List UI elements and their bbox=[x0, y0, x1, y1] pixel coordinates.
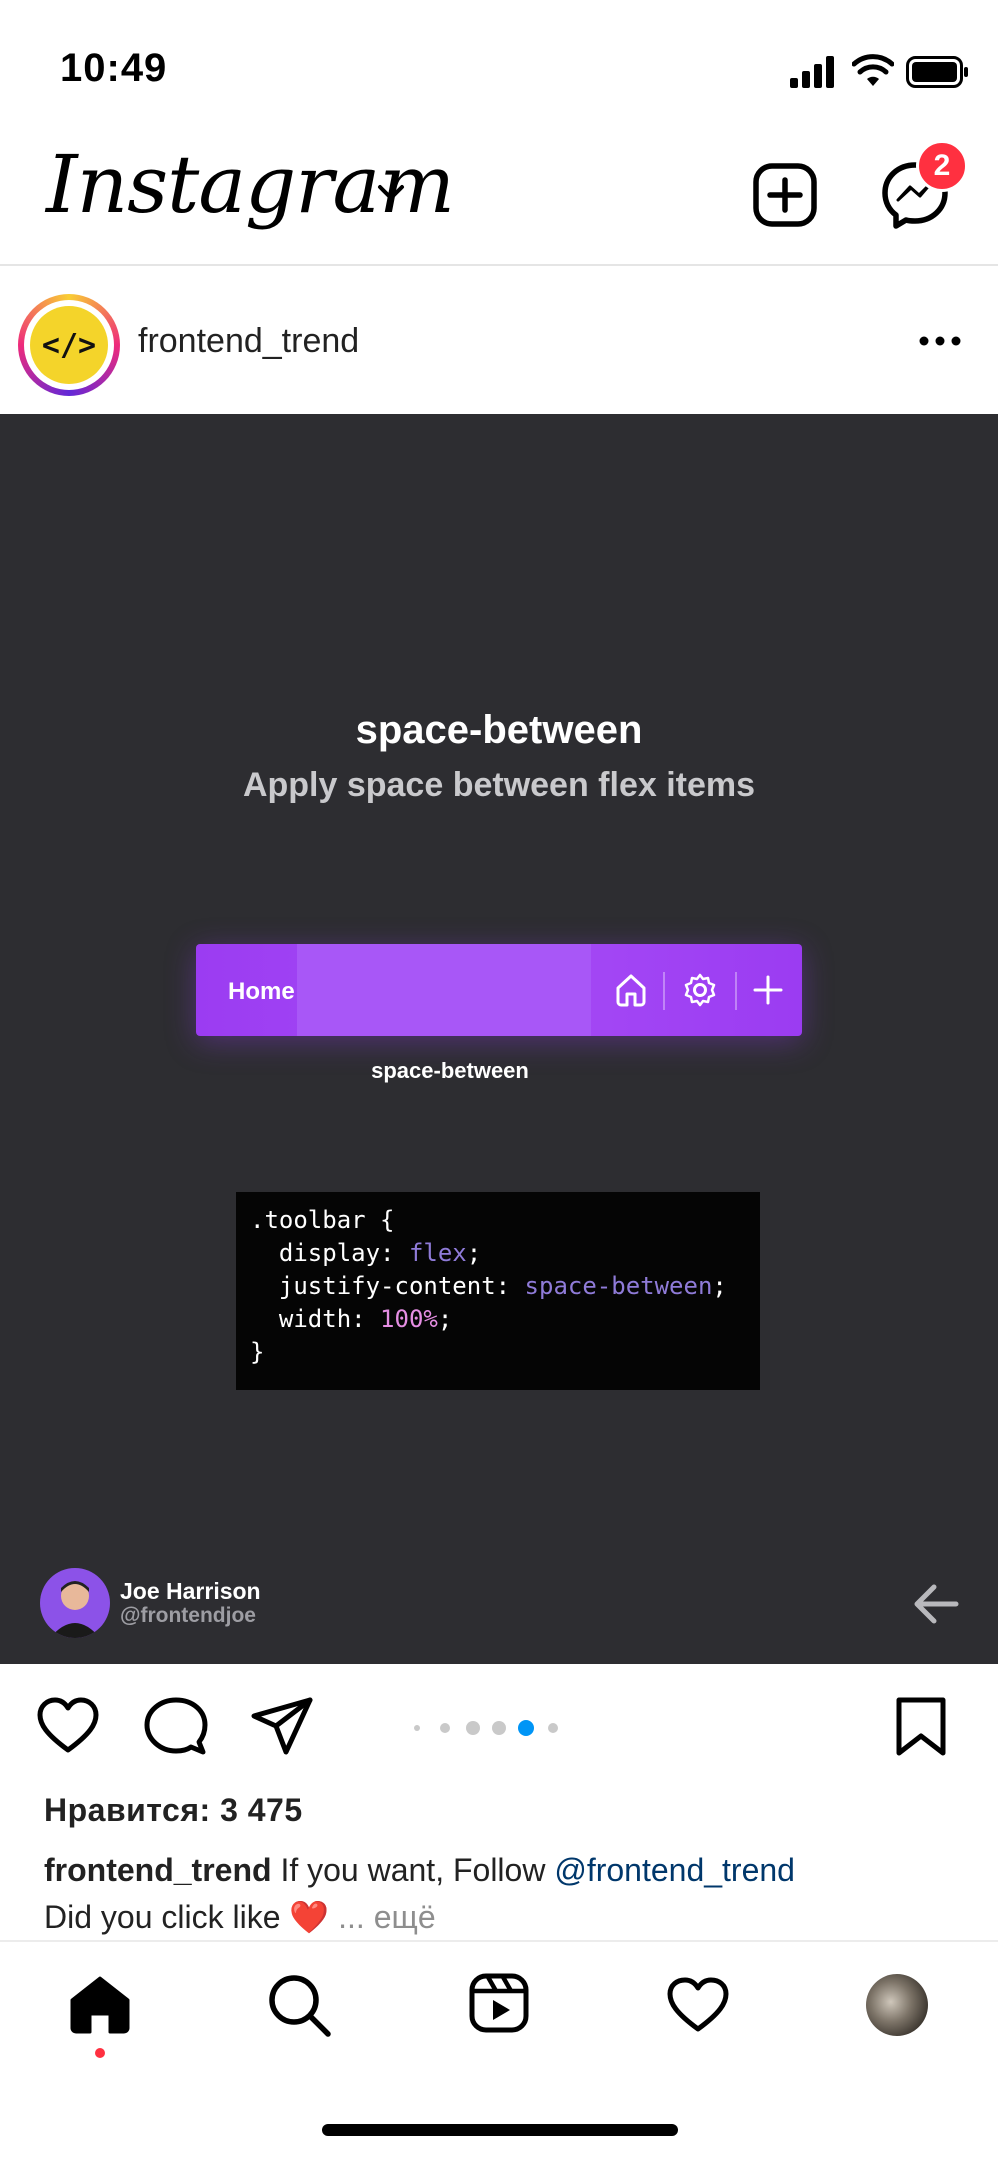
plus-icon bbox=[753, 975, 783, 1005]
code-prop: display: bbox=[250, 1239, 409, 1267]
search-icon[interactable] bbox=[266, 1972, 332, 2038]
tabbar-divider bbox=[0, 1940, 998, 1942]
likes-count[interactable]: Нравится: 3 475 bbox=[44, 1792, 303, 1829]
slide-title: space-between bbox=[355, 708, 643, 752]
toolbar-caption: space-between bbox=[371, 1058, 529, 1083]
caption: frontend_trend If you want, Follow @fron… bbox=[44, 1852, 795, 1889]
slide-subtitle: Apply space between flex items bbox=[242, 766, 756, 804]
carousel-dot bbox=[466, 1721, 480, 1735]
code-prop: justify-content: bbox=[250, 1272, 525, 1300]
profile-tab-avatar[interactable] bbox=[866, 1974, 928, 2036]
code-value: space-between bbox=[524, 1272, 713, 1300]
messages-badge: 2 bbox=[916, 140, 968, 192]
author-name: Joe Harrison bbox=[120, 1578, 261, 1604]
toolbar-middle-space bbox=[297, 944, 591, 1036]
post-username[interactable]: frontend_trend bbox=[138, 322, 359, 361]
active-tab-dot bbox=[95, 2048, 105, 2058]
carousel-indicator bbox=[414, 1718, 560, 1738]
caption-text: If you want, Follow bbox=[271, 1852, 555, 1888]
code-line: } bbox=[250, 1338, 265, 1366]
code-punct: ; bbox=[437, 1305, 453, 1333]
toolbar-home-label: Home bbox=[228, 978, 295, 1005]
signal-icon bbox=[790, 56, 834, 88]
post-media[interactable] bbox=[0, 414, 998, 1664]
carousel-dot-active bbox=[518, 1720, 534, 1736]
post-avatar[interactable]: </> bbox=[30, 306, 108, 384]
code-punct: ; bbox=[466, 1239, 482, 1267]
back-arrow-icon bbox=[914, 1584, 959, 1624]
code-value: flex bbox=[408, 1239, 467, 1267]
author-handle: @frontendjoe bbox=[120, 1604, 256, 1627]
caption-username[interactable]: frontend_trend bbox=[44, 1852, 272, 1888]
caption-mention[interactable]: @frontend_trend bbox=[554, 1852, 795, 1888]
battery-icon bbox=[906, 56, 968, 88]
person-icon bbox=[50, 1581, 100, 1638]
code-line: .toolbar { bbox=[250, 1206, 395, 1234]
wifi-icon bbox=[852, 54, 894, 86]
toolbar-separator bbox=[663, 972, 665, 1010]
activity-icon[interactable] bbox=[666, 1976, 730, 2034]
author-avatar bbox=[40, 1568, 110, 1638]
share-icon[interactable] bbox=[250, 1696, 314, 1756]
carousel-dot bbox=[414, 1725, 420, 1731]
new-post-icon[interactable] bbox=[752, 162, 818, 228]
code-punct: ; bbox=[712, 1272, 727, 1300]
carousel-dot bbox=[492, 1721, 506, 1735]
comment-icon[interactable] bbox=[144, 1696, 208, 1758]
caption-text-2: Did you click like ❤️ bbox=[44, 1899, 339, 1935]
toolbar-separator bbox=[735, 972, 737, 1010]
home-icon bbox=[616, 974, 646, 1007]
caption-line2: Did you click like ❤️ ... ещё bbox=[44, 1898, 436, 1936]
code-prop: width: bbox=[250, 1305, 381, 1333]
code-value: 100% bbox=[380, 1305, 438, 1333]
gear-icon bbox=[684, 973, 716, 1007]
bookmark-icon[interactable] bbox=[894, 1696, 948, 1758]
home-tab-icon[interactable] bbox=[68, 1974, 132, 2034]
header-divider bbox=[0, 264, 998, 266]
reels-icon[interactable] bbox=[468, 1972, 530, 2034]
status-time: 10:49 bbox=[60, 46, 168, 90]
carousel-dot bbox=[440, 1723, 450, 1733]
home-indicator bbox=[322, 2124, 678, 2136]
more-icon[interactable] bbox=[918, 334, 962, 348]
heart-icon[interactable] bbox=[36, 1696, 100, 1756]
code-block: .toolbar { display: flex; justify-conten… bbox=[250, 1204, 727, 1369]
chevron-down-icon[interactable] bbox=[376, 182, 406, 204]
carousel-dot bbox=[548, 1723, 558, 1733]
more-link[interactable]: ... ещё bbox=[338, 1899, 435, 1935]
